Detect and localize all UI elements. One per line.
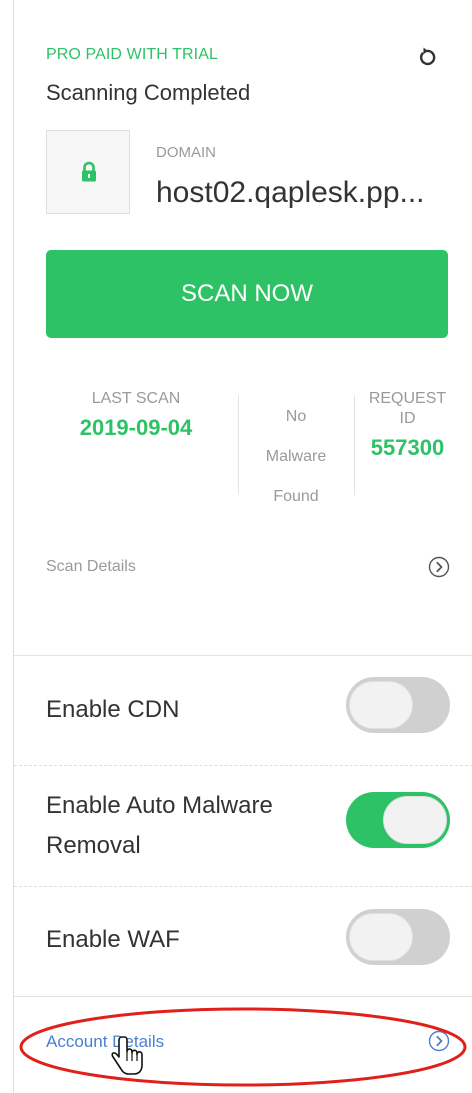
scan-status: Scanning Completed bbox=[46, 80, 251, 105]
domain-name: host02.qaplesk.pp... bbox=[156, 176, 425, 209]
enable-auto-malware-label-line-1: Enable Auto Malware bbox=[46, 792, 273, 819]
enable-auto-malware-removal-toggle[interactable] bbox=[346, 792, 450, 848]
security-panel: PRO PAID WITH TRIAL Scanning Completed D… bbox=[13, 0, 472, 1093]
setting-divider bbox=[14, 886, 472, 887]
request-caption-line-2: ID bbox=[399, 410, 416, 427]
domain-thumbnail bbox=[46, 130, 130, 214]
toggle-knob bbox=[349, 913, 413, 961]
request-id-stat: REQUEST ID 557300 bbox=[360, 389, 455, 461]
toggle-knob bbox=[349, 681, 413, 729]
malware-line-3: Found bbox=[273, 488, 319, 505]
malware-line-2: Malware bbox=[265, 448, 327, 465]
account-details-label[interactable]: Account Details bbox=[46, 1032, 164, 1052]
refresh-icon[interactable] bbox=[414, 44, 440, 70]
setting-divider bbox=[14, 765, 472, 766]
domain-caption: DOMAIN bbox=[156, 144, 216, 161]
stat-divider bbox=[354, 395, 355, 495]
enable-auto-malware-label-line-2: Removal bbox=[46, 832, 141, 859]
lock-icon bbox=[82, 161, 96, 182]
enable-cdn-label: Enable CDN bbox=[46, 696, 180, 723]
last-scan-caption: LAST SCAN bbox=[91, 390, 181, 407]
scan-details-label: Scan Details bbox=[46, 558, 136, 575]
plan-label: PRO PAID WITH TRIAL bbox=[46, 46, 218, 63]
enable-cdn-toggle[interactable] bbox=[346, 677, 450, 733]
enable-waf-label: Enable WAF bbox=[46, 926, 180, 953]
section-divider bbox=[14, 655, 472, 656]
scan-stats: LAST SCAN 2019-09-04 No Malware Found RE… bbox=[46, 385, 466, 505]
request-caption-line-1: REQUEST bbox=[368, 390, 447, 407]
request-id-value: 557300 bbox=[370, 435, 445, 460]
section-divider bbox=[14, 996, 472, 997]
toggle-knob bbox=[383, 796, 447, 844]
last-scan-value: 2019-09-04 bbox=[79, 415, 193, 440]
malware-stat: No Malware Found bbox=[239, 397, 353, 517]
enable-waf-toggle[interactable] bbox=[346, 909, 450, 965]
hand-pointer-cursor-icon bbox=[111, 1036, 143, 1075]
chevron-right-circle-icon[interactable] bbox=[428, 556, 450, 578]
account-details-link[interactable]: Account Details bbox=[46, 1030, 450, 1056]
last-scan-stat: LAST SCAN 2019-09-04 bbox=[46, 389, 226, 441]
scan-details-link[interactable]: Scan Details bbox=[46, 556, 450, 582]
malware-line-1: No bbox=[285, 408, 307, 425]
scan-now-button[interactable]: SCAN NOW bbox=[46, 250, 448, 338]
chevron-right-circle-icon[interactable] bbox=[428, 1030, 450, 1052]
